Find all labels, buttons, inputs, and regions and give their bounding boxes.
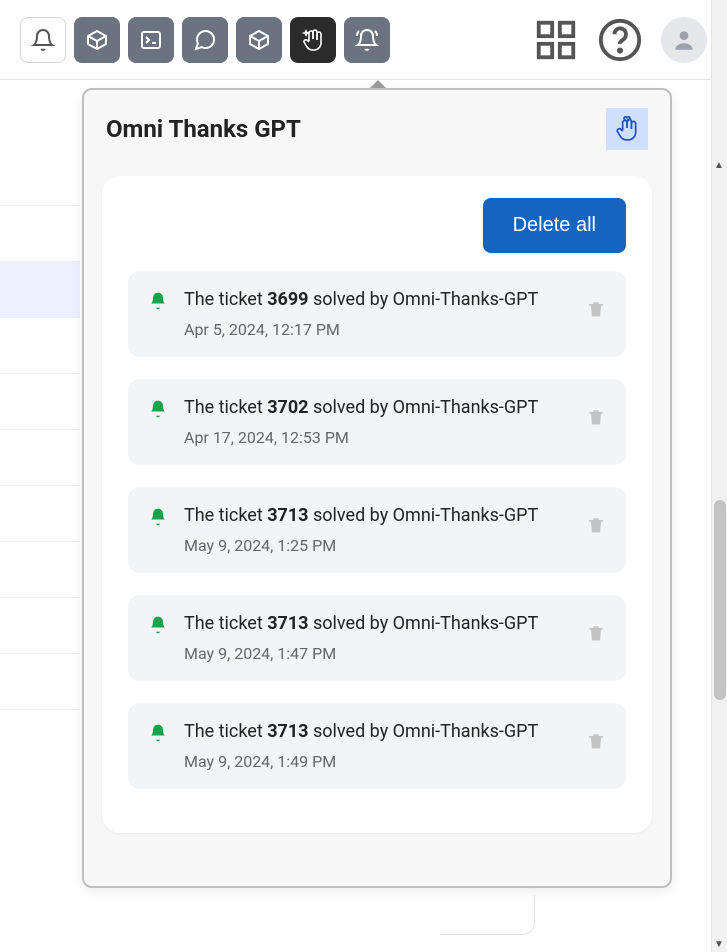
notification-ticket-number: 3702	[267, 397, 308, 418]
notification-suffix: solved by Omni-Thanks-GPT	[309, 397, 539, 418]
delete-all-button[interactable]: Delete all	[483, 198, 626, 253]
popover-caret	[370, 80, 386, 88]
scroll-down-arrow[interactable]: ▼	[714, 939, 724, 950]
chat-app-button[interactable]	[182, 17, 228, 63]
toolbar-left-group	[20, 17, 390, 63]
apps-grid-button[interactable]	[533, 17, 579, 63]
toolbar-right-group	[533, 17, 707, 63]
bell-icon	[31, 28, 55, 52]
notification-date: May 9, 2024, 1:25 PM	[184, 536, 570, 555]
rail-row[interactable]	[0, 318, 80, 374]
notification-text: The ticket 3713 solved by Omni-Thanks-GP…	[184, 613, 570, 634]
notification-prefix: The ticket	[184, 289, 267, 310]
rail-row[interactable]	[0, 542, 80, 598]
popover-header: Omni Thanks GPT	[84, 90, 670, 162]
notification-item[interactable]: The ticket 3702 solved by Omni-Thanks-GP…	[128, 379, 626, 465]
chat-icon	[193, 28, 217, 52]
notification-item[interactable]: The ticket 3713 solved by Omni-Thanks-GP…	[128, 595, 626, 681]
scroll-up-arrow[interactable]: ▲	[714, 160, 724, 171]
rail-row[interactable]	[0, 598, 80, 654]
notification-prefix: The ticket	[184, 397, 267, 418]
notification-text: The ticket 3702 solved by Omni-Thanks-GP…	[184, 397, 570, 418]
delete-notification-button[interactable]	[586, 407, 606, 431]
cube-app-button-2[interactable]	[236, 17, 282, 63]
notification-body: The ticket 3713 solved by Omni-Thanks-GP…	[184, 721, 570, 771]
scroll-thumb[interactable]	[714, 500, 726, 700]
notification-item[interactable]: The ticket 3699 solved by Omni-Thanks-GP…	[128, 271, 626, 357]
delete-notification-button[interactable]	[586, 515, 606, 539]
help-icon	[597, 17, 643, 63]
notification-date: May 9, 2024, 1:47 PM	[184, 644, 570, 663]
rail-row[interactable]	[0, 430, 80, 486]
notification-suffix: solved by Omni-Thanks-GPT	[309, 289, 539, 310]
delete-notification-button[interactable]	[586, 299, 606, 323]
help-button[interactable]	[597, 17, 643, 63]
notification-item[interactable]: The ticket 3713 solved by Omni-Thanks-GP…	[128, 487, 626, 573]
notification-bell-icon	[148, 507, 168, 531]
thanks-gpt-button-active[interactable]	[290, 17, 336, 63]
left-rail	[0, 150, 80, 782]
notification-date: Apr 17, 2024, 12:53 PM	[184, 428, 570, 447]
rail-row[interactable]	[0, 150, 80, 206]
notification-ticket-number: 3713	[267, 721, 308, 742]
notification-bell-icon	[148, 615, 168, 639]
notification-text: The ticket 3699 solved by Omni-Thanks-GP…	[184, 289, 570, 310]
notification-date: May 9, 2024, 1:49 PM	[184, 752, 570, 771]
notification-body: The ticket 3702 solved by Omni-Thanks-GP…	[184, 397, 570, 447]
notification-prefix: The ticket	[184, 505, 267, 526]
rail-row-active[interactable]	[0, 262, 80, 318]
delete-notification-button[interactable]	[586, 623, 606, 647]
grid-icon	[533, 17, 579, 63]
rail-row[interactable]	[0, 206, 80, 262]
delete-all-row: Delete all	[128, 198, 626, 253]
notifications-button[interactable]	[20, 17, 66, 63]
top-toolbar	[0, 0, 727, 80]
notification-ticket-number: 3713	[267, 613, 308, 634]
cube-icon	[85, 28, 109, 52]
notification-body: The ticket 3699 solved by Omni-Thanks-GP…	[184, 289, 570, 339]
notification-text: The ticket 3713 solved by Omni-Thanks-GP…	[184, 505, 570, 526]
rail-row[interactable]	[0, 710, 80, 782]
notification-suffix: solved by Omni-Thanks-GPT	[309, 721, 539, 742]
notification-item[interactable]: The ticket 3713 solved by Omni-Thanks-GP…	[128, 703, 626, 789]
notification-prefix: The ticket	[184, 721, 267, 742]
cube-icon	[247, 28, 271, 52]
notification-bell-icon	[148, 291, 168, 315]
user-avatar[interactable]	[661, 17, 707, 63]
notification-ticket-number: 3713	[267, 505, 308, 526]
notification-body: The ticket 3713 solved by Omni-Thanks-GP…	[184, 505, 570, 555]
cube-app-button-1[interactable]	[74, 17, 120, 63]
notification-text: The ticket 3713 solved by Omni-Thanks-GP…	[184, 721, 570, 742]
ringing-bell-icon	[355, 28, 379, 52]
terminal-icon	[139, 28, 163, 52]
page-scrollbar[interactable]: ▲ ▼	[711, 0, 727, 952]
thanks-logo	[606, 108, 648, 150]
rail-row[interactable]	[0, 374, 80, 430]
background-panel-edge	[440, 895, 535, 935]
popover-title: Omni Thanks GPT	[106, 115, 301, 143]
notification-ticket-number: 3699	[267, 289, 308, 310]
notification-date: Apr 5, 2024, 12:17 PM	[184, 320, 570, 339]
user-icon	[671, 27, 697, 53]
rail-row[interactable]	[0, 486, 80, 542]
hand-sparkle-icon	[301, 28, 325, 52]
thanks-gpt-popover: Omni Thanks GPT Delete all The ticket 36…	[82, 88, 672, 888]
notification-body: The ticket 3713 solved by Omni-Thanks-GP…	[184, 613, 570, 663]
terminal-app-button[interactable]	[128, 17, 174, 63]
delete-notification-button[interactable]	[586, 731, 606, 755]
notification-suffix: solved by Omni-Thanks-GPT	[309, 613, 539, 634]
hand-heart-icon	[614, 116, 640, 142]
notification-bell-icon	[148, 723, 168, 747]
rail-row[interactable]	[0, 654, 80, 710]
popover-panel: Omni Thanks GPT Delete all The ticket 36…	[82, 88, 672, 888]
notification-prefix: The ticket	[184, 613, 267, 634]
notifications-card: Delete all The ticket 3699 solved by Omn…	[102, 176, 652, 833]
alerts-button[interactable]	[344, 17, 390, 63]
notification-bell-icon	[148, 399, 168, 423]
popover-body[interactable]: Delete all The ticket 3699 solved by Omn…	[84, 162, 670, 886]
notification-suffix: solved by Omni-Thanks-GPT	[309, 505, 539, 526]
notification-list: The ticket 3699 solved by Omni-Thanks-GP…	[128, 271, 626, 789]
